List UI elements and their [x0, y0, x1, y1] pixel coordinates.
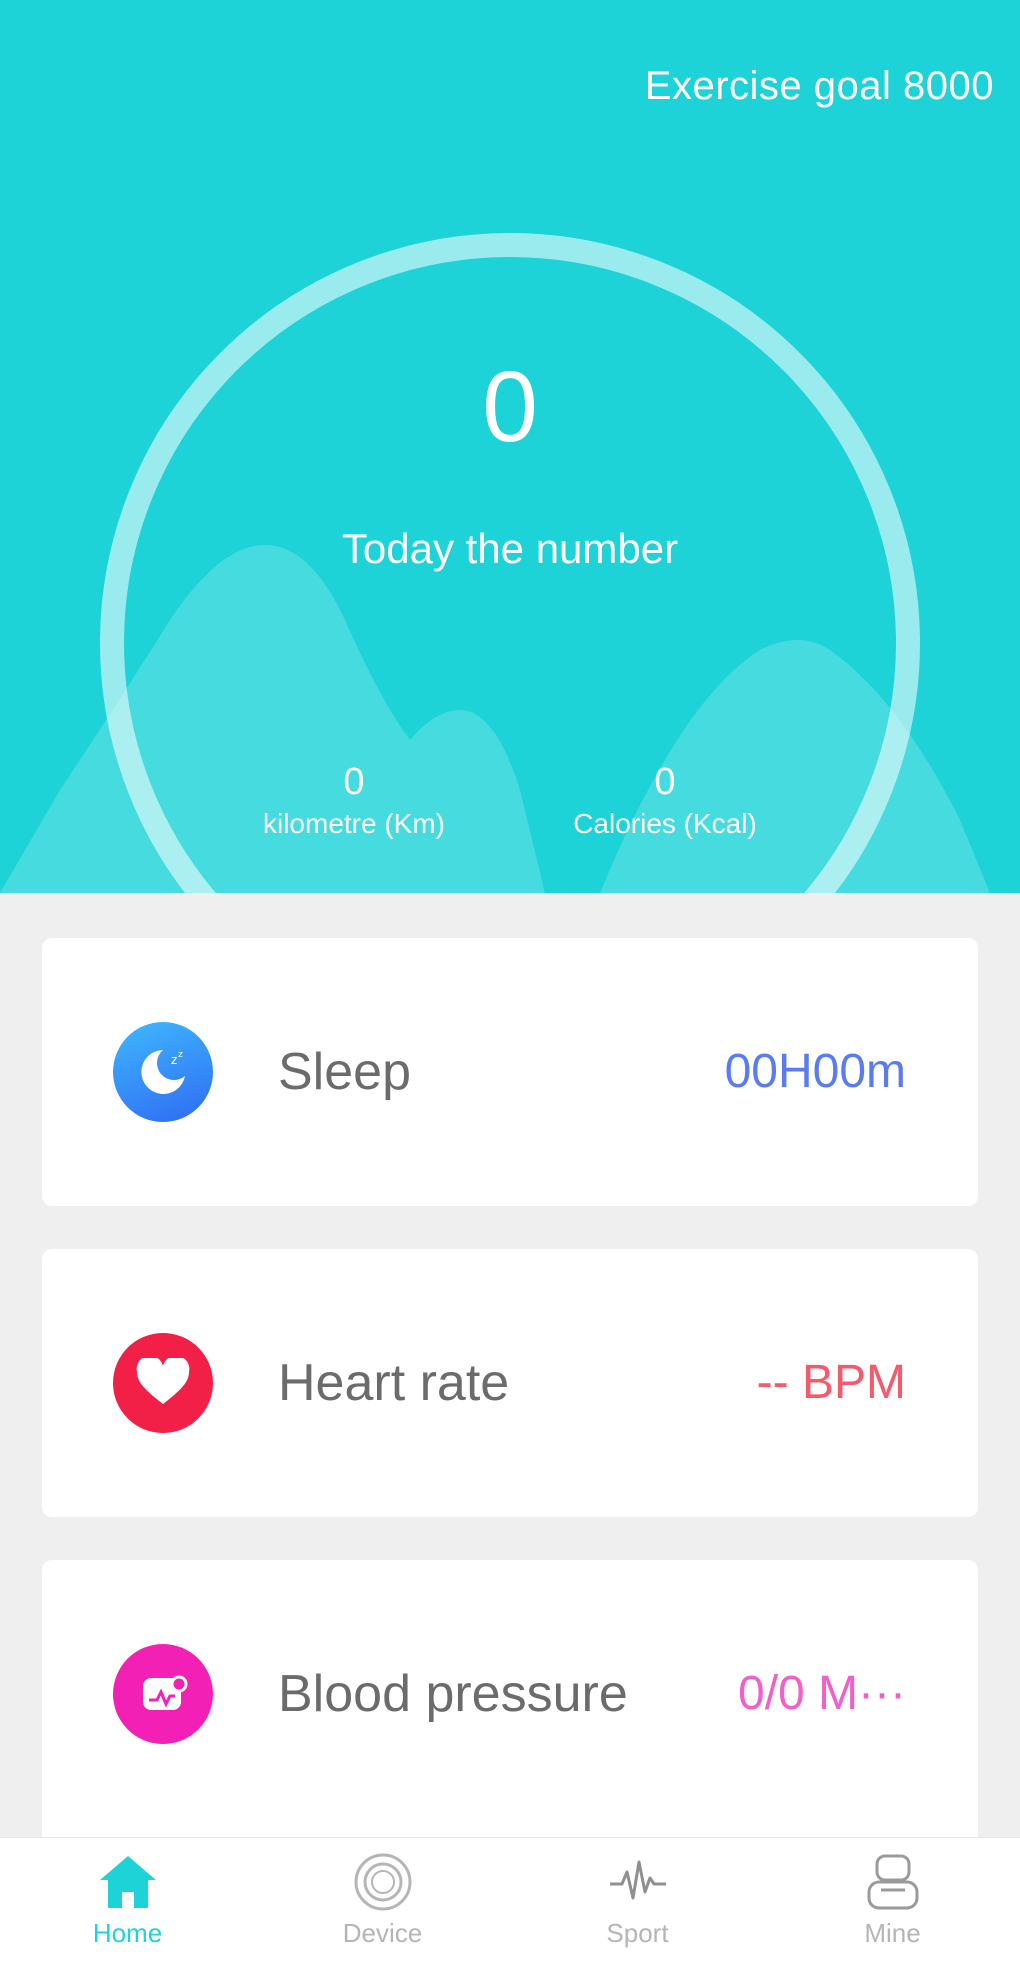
- bottom-tab-bar: Home Device Sport Mine: [0, 1837, 1020, 1974]
- home-icon: [99, 1856, 156, 1908]
- tab-device-label: Device: [342, 1918, 423, 1948]
- steps-label: Today the number: [341, 525, 679, 572]
- sleep-title: Sleep: [278, 1043, 411, 1101]
- step-summary-panel: Exercise goal 8000 0 Today the number 0 …: [0, 0, 1020, 893]
- sleep-moon-icon: z z: [113, 1022, 213, 1122]
- blood-pressure-value: 0/0 M···: [738, 1667, 906, 1720]
- distance-label: kilometre (Km): [262, 808, 445, 839]
- calories-value: 0: [654, 761, 676, 803]
- tab-home-label: Home: [92, 1918, 163, 1948]
- heart-icon: [113, 1333, 213, 1433]
- blood-pressure-card[interactable]: Blood pressure 0/0 M···: [42, 1560, 978, 1837]
- steps-count: 0: [482, 351, 538, 463]
- heart-rate-value: -- BPM: [756, 1356, 906, 1409]
- tab-mine-label: Mine: [864, 1918, 921, 1948]
- tab-device[interactable]: Device: [255, 1838, 510, 1974]
- distance-value: 0: [343, 761, 365, 803]
- user-profile-icon: [867, 1854, 918, 1910]
- svg-text:z: z: [171, 1053, 177, 1067]
- sport-pulse-icon: [609, 1860, 666, 1900]
- blood-pressure-title: Blood pressure: [278, 1665, 628, 1723]
- calories-metric: 0 Calories (Kcal): [515, 760, 815, 844]
- heart-rate-card[interactable]: Heart rate -- BPM: [42, 1249, 978, 1517]
- device-watch-icon: [354, 1853, 411, 1911]
- sleep-value: 00H00m: [724, 1045, 906, 1098]
- sleep-card[interactable]: z z Sleep 00H00m: [42, 938, 978, 1206]
- heart-rate-title: Heart rate: [278, 1354, 510, 1412]
- tab-mine[interactable]: Mine: [765, 1838, 1020, 1974]
- exercise-goal-label[interactable]: Exercise goal 8000: [645, 64, 994, 109]
- tab-sport-label: Sport: [606, 1918, 669, 1948]
- svg-text:z: z: [178, 1050, 183, 1060]
- calories-label: Calories (Kcal): [573, 808, 757, 839]
- tab-home[interactable]: Home: [0, 1838, 255, 1974]
- tab-sport[interactable]: Sport: [510, 1838, 765, 1974]
- blood-pressure-icon: [113, 1644, 213, 1744]
- distance-metric: 0 kilometre (Km): [204, 760, 504, 844]
